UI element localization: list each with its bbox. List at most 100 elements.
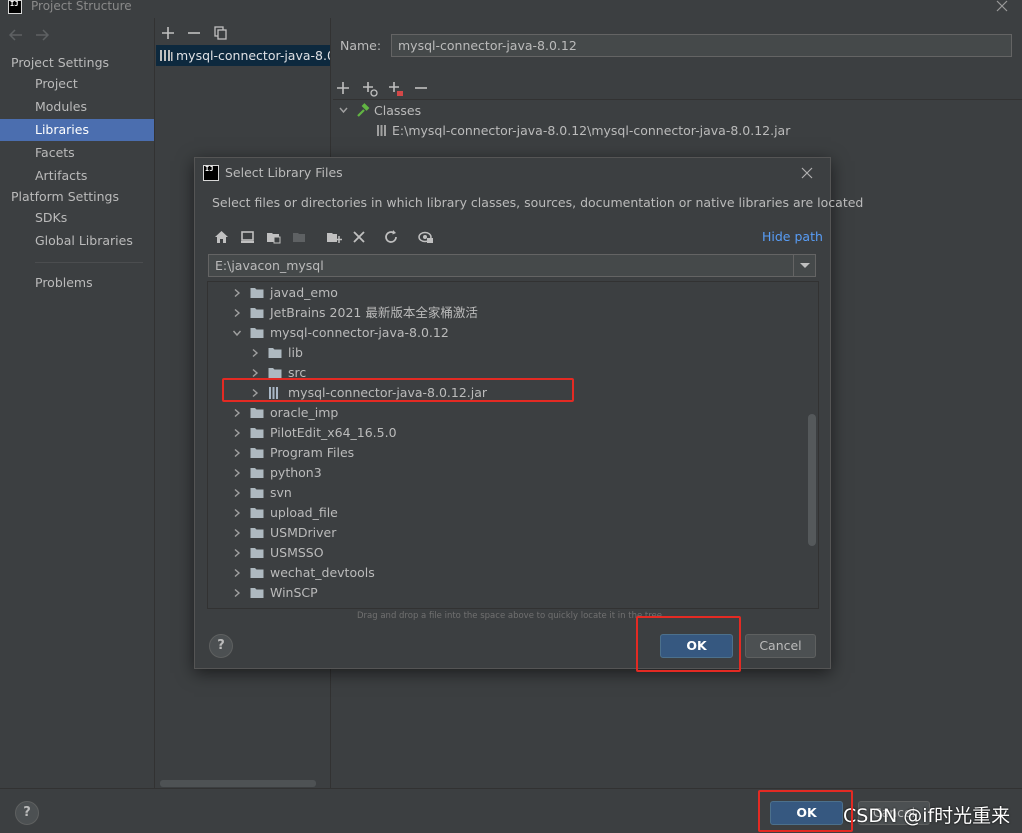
- tree-row-label: WinSCP: [270, 585, 318, 600]
- chevron-right-icon[interactable]: [232, 548, 242, 558]
- forward-arrow-icon[interactable]: [34, 28, 50, 42]
- back-arrow-icon[interactable]: [8, 28, 24, 42]
- tree-row[interactable]: wechat_devtools: [208, 563, 808, 583]
- project-settings-header: Project Settings: [11, 55, 110, 70]
- chevron-down-icon[interactable]: [338, 105, 349, 116]
- path-input[interactable]: E:\javacon_mysql: [215, 258, 324, 273]
- tree-row[interactable]: lib: [208, 343, 808, 363]
- chevron-down-icon[interactable]: [232, 328, 242, 338]
- tree-row[interactable]: oracle_imp: [208, 403, 808, 423]
- nav-item-global-libraries[interactable]: Global Libraries: [0, 230, 154, 252]
- drag-drop-hint: Drag and drop a file into the space abov…: [357, 611, 663, 621]
- chevron-right-icon[interactable]: [232, 468, 242, 478]
- tree-row-label: JetBrains 2021 最新版本全家桶激活: [270, 305, 478, 320]
- chevron-right-icon[interactable]: [232, 408, 242, 418]
- tree-row-label: USMSSO: [270, 545, 324, 560]
- add-with-settings-icon[interactable]: [362, 81, 378, 97]
- chevron-right-icon[interactable]: [232, 288, 242, 298]
- home-directory-icon[interactable]: [214, 230, 229, 244]
- tree-row[interactable]: upload_file: [208, 503, 808, 523]
- tree-vertical-scrollbar[interactable]: [808, 414, 816, 546]
- nav-divider: [35, 262, 143, 263]
- chevron-right-icon[interactable]: [232, 488, 242, 498]
- tree-row[interactable]: mysql-connector-java-8.0.12: [208, 323, 808, 343]
- tree-row-label: PilotEdit_x64_16.5.0: [270, 425, 397, 440]
- tree-row[interactable]: PilotEdit_x64_16.5.0: [208, 423, 808, 443]
- tree-row[interactable]: Program Files: [208, 443, 808, 463]
- remove-library-icon[interactable]: [187, 26, 201, 40]
- classes-node-label[interactable]: Classes: [374, 103, 421, 118]
- dialog-intellij-logo-icon: IJ: [203, 165, 219, 181]
- new-folder-icon[interactable]: [326, 230, 342, 244]
- dialog-help-button[interactable]: ?: [209, 634, 233, 658]
- dialog-cancel-button[interactable]: Cancel: [745, 634, 816, 658]
- library-list-item[interactable]: mysql-connector-java-8.0.12: [156, 45, 330, 66]
- name-label: Name:: [340, 38, 382, 53]
- chevron-right-icon[interactable]: [232, 508, 242, 518]
- desktop-directory-icon[interactable]: [240, 230, 255, 244]
- horizontal-scrollbar[interactable]: [160, 780, 316, 787]
- tree-row[interactable]: USMSSO: [208, 543, 808, 563]
- main-help-button[interactable]: ?: [15, 801, 39, 825]
- folder-icon: [250, 326, 264, 339]
- file-tree[interactable]: javad_emo JetBrains 2021 最新版本全家桶激活 mysql-c…: [207, 281, 819, 609]
- nav-item-libraries[interactable]: Libraries: [0, 119, 154, 141]
- folder-icon: [250, 546, 264, 559]
- classes-hammer-icon: [355, 103, 370, 118]
- project-directory-icon[interactable]: [266, 230, 281, 244]
- highlight-jar-file: [222, 378, 574, 402]
- dialog-title: Select Library Files: [225, 165, 343, 180]
- tree-row[interactable]: USMDriver: [208, 523, 808, 543]
- nav-item-modules[interactable]: Modules: [0, 96, 154, 118]
- hide-path-link[interactable]: Hide path: [762, 229, 823, 244]
- refresh-icon[interactable]: [384, 230, 399, 244]
- chevron-right-icon[interactable]: [232, 528, 242, 538]
- remove-root-icon[interactable]: [414, 81, 428, 95]
- copy-library-icon[interactable]: [213, 26, 227, 40]
- folder-icon: [250, 566, 264, 579]
- chevron-right-icon[interactable]: [232, 568, 242, 578]
- dialog-description: Select files or directories in which lib…: [212, 195, 864, 210]
- window-close-icon[interactable]: [994, 0, 1010, 14]
- tree-row-label: svn: [270, 485, 292, 500]
- folder-icon: [250, 306, 264, 319]
- chevron-right-icon[interactable]: [232, 448, 242, 458]
- path-dropdown-arrow-icon[interactable]: [793, 255, 815, 276]
- tree-row[interactable]: JetBrains 2021 最新版本全家桶激活: [208, 303, 808, 323]
- tree-row-label: javad_emo: [270, 285, 338, 300]
- folder-icon: [250, 286, 264, 299]
- watermark-text: CSDN @if时光重来: [843, 805, 1011, 827]
- nav-item-sdks[interactable]: SDKs: [0, 207, 154, 229]
- library-name-input[interactable]: mysql-connector-java-8.0.12: [391, 34, 1012, 57]
- delete-icon[interactable]: [352, 230, 366, 244]
- tree-row-label: lib: [288, 345, 303, 360]
- tree-row[interactable]: WinSCP: [208, 583, 808, 603]
- add-library-icon[interactable]: [161, 26, 175, 40]
- folder-icon: [250, 486, 264, 499]
- tree-row-label: Program Files: [270, 445, 355, 460]
- chevron-right-icon[interactable]: [250, 368, 260, 378]
- folder-icon: [250, 506, 264, 519]
- intellij-logo-icon: IJ: [8, 0, 22, 14]
- nav-item-facets[interactable]: Facets: [0, 142, 154, 164]
- nav-item-problems[interactable]: Problems: [0, 272, 154, 294]
- tree-row[interactable]: python3: [208, 463, 808, 483]
- tree-row-label: USMDriver: [270, 525, 337, 540]
- nav-item-artifacts[interactable]: Artifacts: [0, 165, 154, 187]
- add-classes-icon[interactable]: [336, 81, 350, 95]
- tree-row-label: upload_file: [270, 505, 338, 520]
- chevron-right-icon[interactable]: [250, 348, 260, 358]
- tree-row[interactable]: javad_emo: [208, 283, 808, 303]
- chevron-right-icon[interactable]: [232, 428, 242, 438]
- nav-item-project[interactable]: Project: [0, 73, 154, 95]
- add-excluded-icon[interactable]: [388, 81, 403, 96]
- dialog-close-icon[interactable]: [799, 165, 815, 181]
- class-root-path[interactable]: E:\mysql-connector-java-8.0.12\mysql-con…: [392, 123, 790, 138]
- show-hidden-files-icon[interactable]: [418, 230, 434, 244]
- chevron-right-icon[interactable]: [232, 308, 242, 318]
- highlight-main-ok: [758, 790, 853, 832]
- highlight-dialog-ok: [636, 616, 741, 672]
- title-bar: [0, 0, 1022, 18]
- tree-row[interactable]: svn: [208, 483, 808, 503]
- chevron-right-icon[interactable]: [232, 588, 242, 598]
